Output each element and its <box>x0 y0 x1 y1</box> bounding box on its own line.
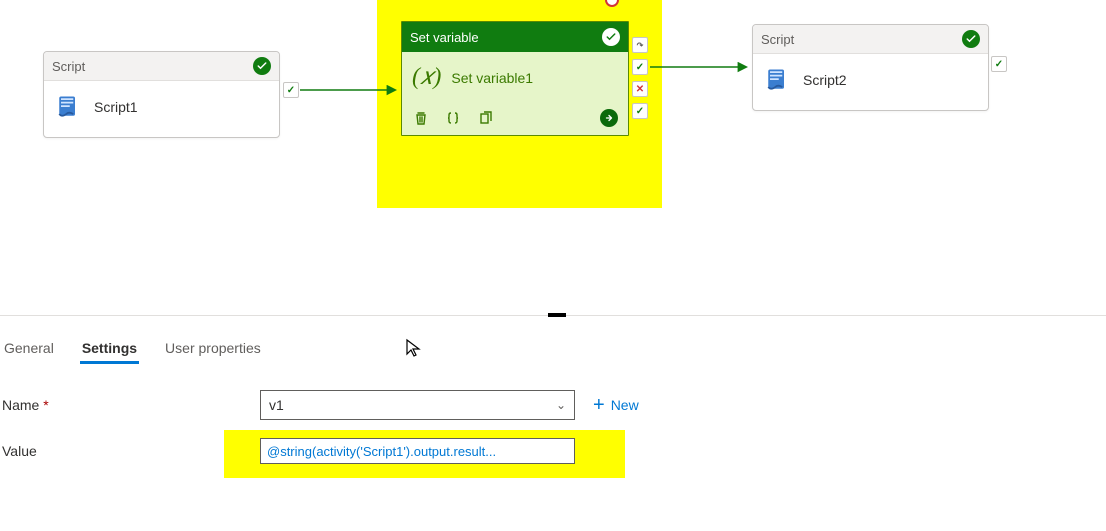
status-success-icon <box>962 30 980 48</box>
tab-user-properties[interactable]: User properties <box>163 334 263 362</box>
required-asterisk: * <box>43 397 48 413</box>
code-braces-icon[interactable] <box>444 109 462 127</box>
activity-type-label: Script <box>761 32 794 47</box>
settings-form: Name * v1 ⌄ + New Value @string(activity… <box>0 390 1106 482</box>
properties-tabs: General Settings User properties <box>0 334 263 362</box>
activity-node-setvariable[interactable]: Set variable (𝑥) Set variable1 <box>401 21 629 136</box>
output-port-completion[interactable] <box>632 103 648 119</box>
activity-name-label: Set variable1 <box>451 70 533 86</box>
run-arrow-icon[interactable] <box>600 109 618 127</box>
tab-settings[interactable]: Settings <box>80 334 139 362</box>
name-select[interactable]: v1 ⌄ <box>260 390 575 420</box>
activity-node-script2[interactable]: Script Script2 <box>752 24 989 111</box>
activity-node-script1[interactable]: Script Script1 <box>43 51 280 138</box>
output-port-success[interactable] <box>632 59 648 75</box>
copy-icon[interactable] <box>476 109 494 127</box>
plus-icon: + <box>593 395 605 415</box>
tab-general[interactable]: General <box>2 334 56 362</box>
status-success-icon <box>253 57 271 75</box>
script-icon <box>54 93 82 121</box>
field-label-value: Value <box>0 443 260 459</box>
status-success-icon <box>602 28 620 46</box>
output-port-success[interactable] <box>283 82 299 98</box>
resize-handle[interactable] <box>548 313 566 317</box>
activity-name-label: Script1 <box>94 99 138 115</box>
output-port-skip[interactable] <box>632 37 648 53</box>
output-port-failure[interactable] <box>632 81 648 97</box>
activity-name-label: Script2 <box>803 72 847 88</box>
variable-fx-icon: (𝑥) <box>412 64 441 91</box>
delete-icon[interactable] <box>412 109 430 127</box>
output-port-success[interactable] <box>991 56 1007 72</box>
chevron-down-icon: ⌄ <box>556 398 566 412</box>
pipeline-canvas[interactable]: Script Script1 Set variable <box>0 0 1106 315</box>
activity-type-label: Set variable <box>410 30 479 45</box>
mouse-cursor-icon <box>404 338 424 358</box>
activity-type-label: Script <box>52 59 85 74</box>
script-icon <box>763 66 791 94</box>
value-expression-input[interactable]: @string(activity('Script1').output.resul… <box>260 438 575 464</box>
name-select-value: v1 <box>269 397 284 413</box>
new-variable-button[interactable]: + New <box>593 395 639 415</box>
value-expression-text: @string(activity('Script1').output.resul… <box>267 444 496 459</box>
field-label-name: Name * <box>0 397 260 413</box>
